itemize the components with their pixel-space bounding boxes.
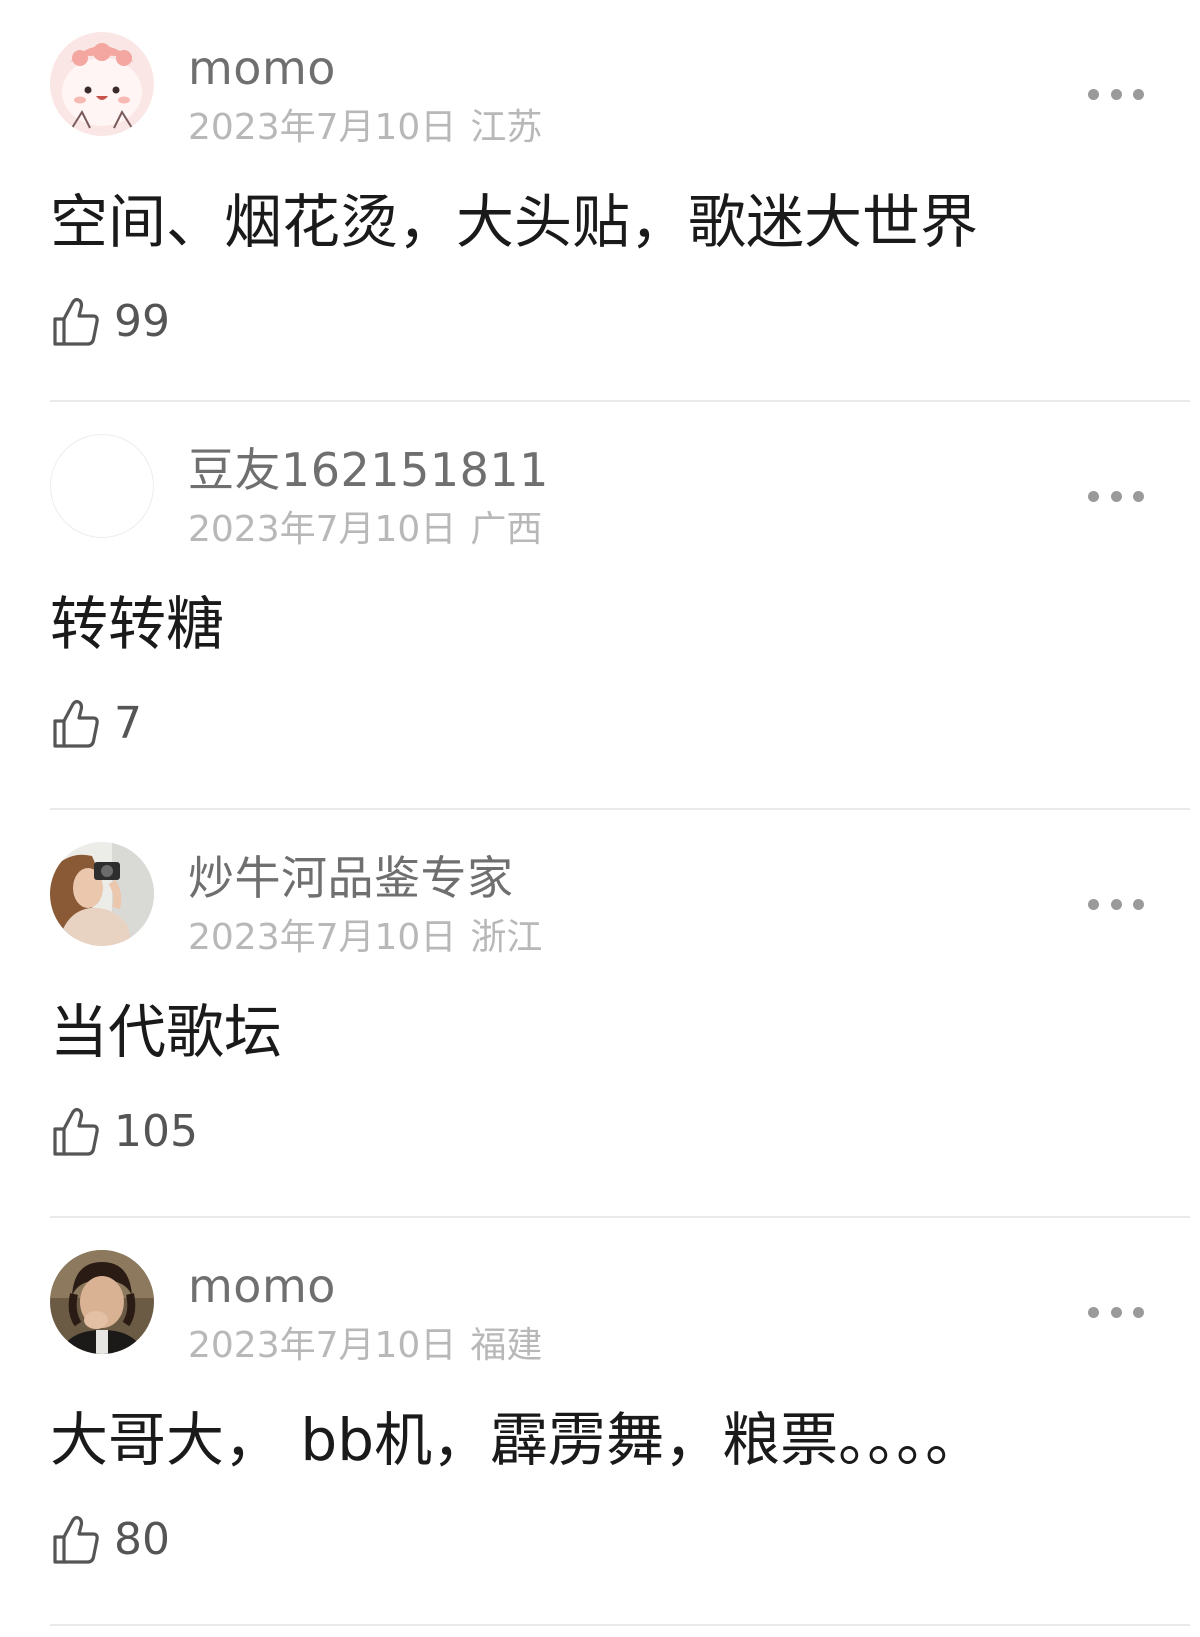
thumbs-up-icon [53, 1107, 99, 1156]
username[interactable]: momo [188, 1256, 336, 1316]
comment-item: 豆友162151811 2023年7月10日 广西 转转糖 7 [0, 402, 1200, 810]
more-options-icon[interactable] [1088, 890, 1144, 918]
more-dot [1110, 490, 1122, 502]
like-count: 99 [114, 296, 170, 347]
more-dot [1133, 898, 1144, 910]
comment-meta: 2023年7月10日 广西 [188, 506, 542, 554]
comment-date: 2023年7月10日 [188, 509, 457, 550]
comment-location: 浙江 [470, 917, 543, 958]
comment-date: 2023年7月10日 [188, 107, 457, 148]
avatar[interactable] [50, 1250, 154, 1354]
avatar[interactable] [50, 32, 154, 136]
more-options-icon[interactable] [1088, 482, 1144, 510]
comment-item: momo 2023年7月10日 福建 大哥大， bb机，霹雳舞，粮票。。。。 80 [0, 1218, 1200, 1626]
more-dot [1110, 88, 1122, 100]
comment-meta: 2023年7月10日 福建 [188, 1322, 542, 1370]
more-dot [1110, 1306, 1122, 1318]
more-dot [1133, 88, 1144, 100]
like-count: 7 [114, 698, 142, 749]
username[interactable]: 炒牛河品鉴专家 [188, 848, 514, 908]
thumbs-up-icon [53, 1515, 99, 1564]
like-button[interactable]: 80 [52, 1510, 170, 1570]
divider [50, 1624, 1190, 1626]
thumbs-up-icon [53, 297, 99, 346]
comment-date: 2023年7月10日 [188, 1325, 457, 1366]
comment-meta: 2023年7月10日 江苏 [188, 104, 542, 152]
comment-location: 江苏 [470, 107, 543, 148]
username[interactable]: momo [188, 38, 336, 98]
more-options-icon[interactable] [1088, 1298, 1144, 1326]
comment-text: 空间、烟花烫，大头贴，歌迷大世界 [50, 188, 979, 256]
avatar[interactable] [50, 842, 154, 946]
photo-avatar-image [50, 842, 154, 946]
more-dot [1088, 898, 1099, 910]
more-dot [1133, 1306, 1144, 1318]
like-button[interactable]: 105 [52, 1102, 198, 1162]
comment-text: 当代歌坛 [50, 998, 283, 1066]
like-count: 105 [114, 1106, 198, 1157]
photo-avatar-image [50, 1250, 154, 1354]
cartoon-avatar-image [50, 32, 154, 136]
more-dot [1088, 1306, 1099, 1318]
comment-date: 2023年7月10日 [188, 917, 457, 958]
more-options-icon[interactable] [1088, 80, 1144, 108]
more-dot [1088, 490, 1099, 502]
more-dot [1133, 490, 1144, 502]
comment-meta: 2023年7月10日 浙江 [188, 914, 542, 962]
like-button[interactable]: 7 [52, 694, 142, 754]
username[interactable]: 豆友162151811 [188, 440, 549, 500]
comment-location: 广西 [470, 509, 543, 550]
comment-list: momo 2023年7月10日 江苏 空间、烟花烫，大头贴，歌迷大世界 99 豆友… [0, 0, 1200, 1626]
comment-item: 炒牛河品鉴专家 2023年7月10日 浙江 当代歌坛 105 [0, 810, 1200, 1218]
avatar[interactable] [50, 434, 154, 538]
comment-item: momo 2023年7月10日 江苏 空间、烟花烫，大头贴，歌迷大世界 99 [0, 0, 1200, 402]
comment-location: 福建 [470, 1325, 543, 1366]
comment-text: 大哥大， bb机，霹雳舞，粮票。。。。 [50, 1406, 984, 1474]
thumbs-up-icon [53, 699, 99, 748]
more-dot [1110, 898, 1122, 910]
like-count: 80 [114, 1514, 170, 1565]
like-button[interactable]: 99 [52, 292, 170, 352]
comment-text: 转转糖 [50, 590, 225, 658]
more-dot [1088, 88, 1099, 100]
